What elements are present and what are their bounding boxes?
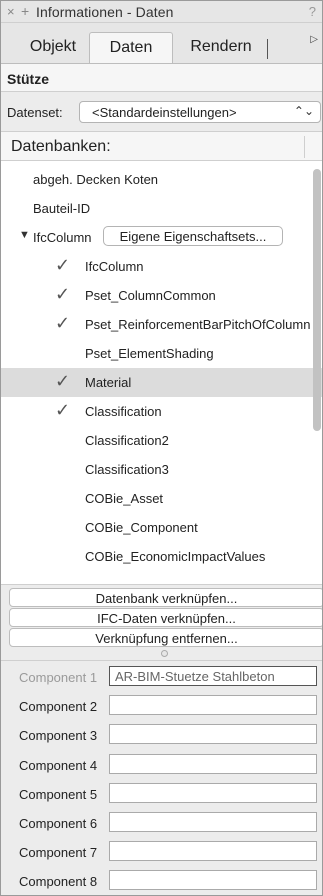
object-title: Stütze [1,63,322,91]
field-label: Component 5 [19,786,98,802]
chevron-updown-icon: ⌃⌄ [293,104,314,118]
window-title: Informationen - Daten [36,4,174,20]
database-item[interactable]: Classification2 [1,426,322,455]
field-label: Component 8 [19,874,98,890]
divider [1,91,322,92]
field-input[interactable] [109,841,317,862]
pane-splitter[interactable] [1,646,322,658]
database-item-label: Pset_ReinforcementBarPitchOfColumn [85,317,311,332]
field-list: Component 1 AR-BIM-Stuetze Stahlbeton Comp… [1,660,322,895]
help-icon[interactable]: ? [309,4,316,19]
datenset-select[interactable]: <Standardeinstellungen> ⌃⌄ [79,101,321,123]
field-input[interactable] [109,782,317,803]
tab-objekt[interactable]: Objekt [17,32,89,63]
database-item-label: IfcColumn [85,259,144,274]
database-item[interactable]: Pset_ElementShading [1,339,322,368]
database-item-label: Classification3 [85,462,169,477]
database-item[interactable]: ✓ Material [1,368,322,397]
field-label: Component 7 [19,845,98,861]
column-separator [304,136,305,158]
databases-header: Datenbanken: [1,131,322,161]
field-row: Component 4 [1,751,322,780]
checkmark-icon[interactable]: ✓ [55,284,70,305]
database-item-label: COBie_Component [85,520,198,535]
link-ifc-data-button[interactable]: IFC-Daten verknüpfen... [9,608,322,627]
database-item[interactable]: ▼ IfcColumn Eigene Eigenschaftsets... [1,223,322,252]
database-item[interactable]: ✓ Pset_ColumnCommon [1,281,322,310]
database-item-label: COBie_EconomicImpactValues [85,549,266,564]
field-row: Component 8 [1,867,322,895]
tab-bar: Objekt Daten Rendern ▷ [1,23,322,63]
datenset-row: Datenset: <Standardeinstellungen> ⌃⌄ [1,98,322,126]
checkmark-icon[interactable]: ✓ [55,255,70,276]
field-row: Component 6 [1,809,322,838]
database-item-label: Bauteil-ID [33,201,91,216]
field-label: Component 1 [19,670,98,685]
database-item[interactable]: ✓ Classification [1,397,322,426]
database-item-label: IfcColumn [33,230,92,245]
tab-rendern[interactable]: Rendern [173,32,269,63]
field-input[interactable]: AR-BIM-Stuetze Stahlbeton [109,666,317,686]
title-bar[interactable]: × + Informationen - Daten ? [1,1,322,23]
datenset-label: Datenset: [7,105,63,120]
database-item[interactable]: Classification3 [1,455,322,484]
database-item[interactable]: ✓ Pset_ReinforcementBarPitchOfColumn [1,310,322,339]
link-database-button[interactable]: Datenbank verknüpfen... [9,588,322,607]
field-label: Component 2 [19,699,98,715]
close-icon[interactable]: × [7,4,15,19]
database-item[interactable]: COBie_Component [1,513,322,542]
field-input[interactable] [109,724,317,745]
field-row: Component 1 AR-BIM-Stuetze Stahlbeton [1,663,322,692]
database-list[interactable]: abgeh. Decken Koten Bauteil-ID ▼ IfcColumn E… [1,161,322,585]
field-input[interactable] [109,870,317,891]
database-item[interactable]: COBie_EconomicImpactValues [1,542,322,571]
field-label: Component 3 [19,728,98,744]
tab-daten[interactable]: Daten [89,32,173,63]
database-item[interactable]: Bauteil-ID [1,194,322,223]
field-label: Component 4 [19,757,98,773]
tab-separator [267,39,268,59]
field-label: Component 6 [19,816,98,831]
tabs-overflow-icon[interactable]: ▷ [310,34,318,45]
splitter-handle-icon[interactable] [161,650,168,657]
database-item-label: Classification [85,404,162,419]
database-item[interactable]: ✓ IfcColumn [1,252,322,281]
database-item-label: Classification2 [85,433,169,448]
database-item-label: COBie_Asset [85,491,164,506]
custom-property-sets-button[interactable]: Eigene Eigenschaftsets... [103,226,283,246]
field-row: Component 5 [1,780,322,809]
field-row: Component 2 [1,692,322,721]
field-input[interactable] [109,812,317,832]
database-item[interactable]: abgeh. Decken Koten [1,165,322,194]
database-item[interactable]: COBie_Asset [1,484,322,513]
database-item-label: Pset_ColumnCommon [85,288,216,303]
database-item-label: abgeh. Decken Koten [33,172,159,187]
checkmark-icon[interactable]: ✓ [55,371,70,392]
field-input[interactable] [109,753,317,774]
checkmark-icon[interactable]: ✓ [55,313,70,334]
field-input[interactable] [109,695,317,716]
add-icon[interactable]: + [21,3,29,19]
remove-link-button[interactable]: Verknüpfung entfernen... [9,628,322,647]
database-item-label: Pset_ElementShading [85,346,214,361]
field-row: Component 7 [1,838,322,867]
databases-header-label: Datenbanken: [11,138,111,155]
vertical-scrollbar[interactable] [313,169,321,431]
disclosure-triangle-icon[interactable]: ▼ [19,229,30,241]
checkmark-icon[interactable]: ✓ [55,400,70,421]
database-item-label: Material [85,375,132,390]
field-row: Component 3 [1,721,322,750]
datenset-value: <Standardeinstellungen> [92,105,237,120]
info-palette: × + Informationen - Daten ? Objekt Daten… [0,0,323,896]
